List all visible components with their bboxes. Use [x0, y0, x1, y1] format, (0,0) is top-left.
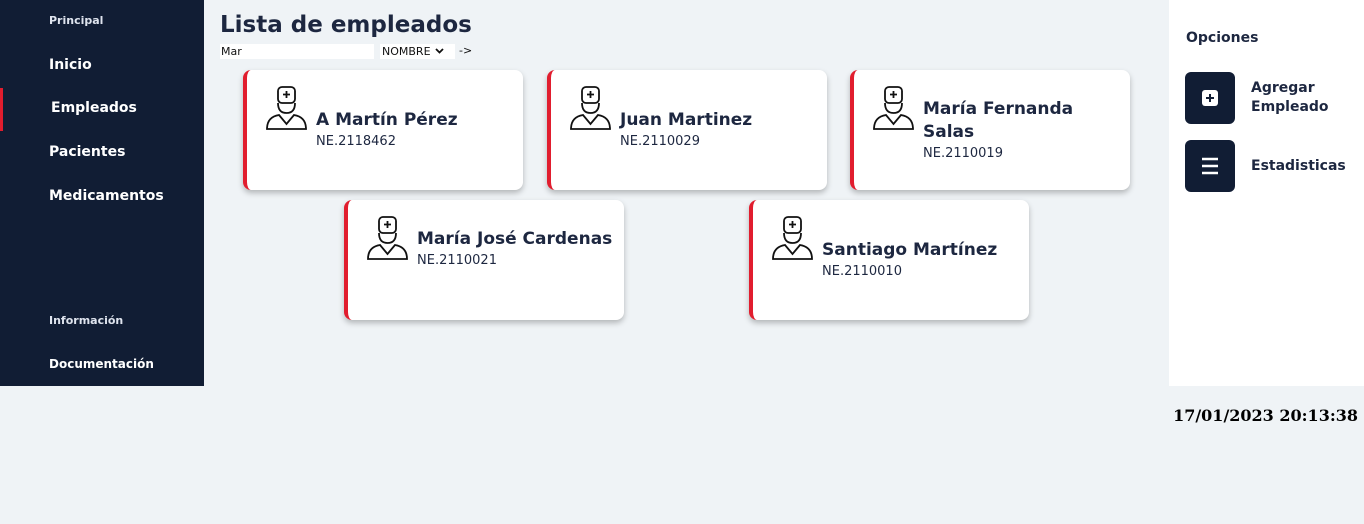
options-title: Opciones — [1186, 30, 1259, 46]
sort-select[interactable]: NOMBRE — [380, 44, 455, 59]
menu-icon — [1202, 157, 1218, 175]
employee-name: Santiago Martínez — [822, 240, 998, 260]
chevron-down-icon — [434, 47, 444, 57]
employee-card[interactable]: Santiago Martínez NE.2110010 — [749, 200, 1029, 320]
sidebar-item-inicio[interactable]: Inicio — [49, 57, 92, 73]
plus-icon — [1202, 90, 1218, 106]
employee-card[interactable]: Juan Martinez NE.2110029 — [547, 70, 827, 190]
go-button[interactable]: -> — [459, 44, 472, 57]
doctor-icon — [570, 86, 611, 130]
page-title: Lista de empleados — [220, 12, 472, 38]
search-input[interactable] — [220, 44, 374, 59]
sidebar-item-empleados[interactable]: Empleados — [51, 100, 137, 116]
employee-code: NE.2110021 — [417, 253, 497, 268]
doctor-icon — [772, 216, 813, 260]
sort-select-value: NOMBRE — [382, 45, 431, 58]
employee-code: NE.2110019 — [923, 146, 1003, 161]
employee-card[interactable]: A Martín Pérez NE.2118462 — [243, 70, 523, 190]
add-employee-label[interactable]: Agregar Empleado — [1251, 79, 1351, 117]
section-informacion: Información — [49, 314, 124, 327]
employee-name: A Martín Pérez — [316, 110, 458, 130]
employee-code: NE.2110029 — [620, 134, 700, 149]
datetime: 17/01/2023 20:13:38 — [1173, 406, 1358, 425]
sidebar-item-pacientes[interactable]: Pacientes — [49, 144, 125, 160]
employee-card[interactable]: María Fernanda Salas NE.2110019 — [850, 70, 1130, 190]
stats-button[interactable] — [1185, 140, 1235, 192]
section-principal: Principal — [49, 14, 104, 27]
employee-card[interactable]: María José Cardenas NE.2110021 — [344, 200, 624, 320]
employee-name: María José Cardenas — [417, 229, 613, 249]
employee-name: María Fernanda Salas — [923, 99, 1074, 142]
stats-label[interactable]: Estadisticas — [1251, 157, 1346, 176]
employee-code: NE.2118462 — [316, 134, 396, 149]
sidebar: Principal Inicio Empleados Pacientes Med… — [0, 0, 204, 386]
add-employee-button[interactable] — [1185, 72, 1235, 124]
options-panel: Opciones Agregar Empleado Estadisticas — [1169, 0, 1364, 386]
employee-code: NE.2110010 — [822, 264, 902, 279]
doctor-icon — [367, 216, 408, 260]
sidebar-item-documentacion[interactable]: Documentación — [49, 357, 154, 371]
sidebar-item-medicamentos[interactable]: Medicamentos — [49, 188, 164, 204]
doctor-icon — [266, 86, 307, 130]
doctor-icon — [873, 86, 914, 130]
employee-name: Juan Martinez — [620, 110, 753, 130]
active-indicator — [0, 88, 3, 131]
